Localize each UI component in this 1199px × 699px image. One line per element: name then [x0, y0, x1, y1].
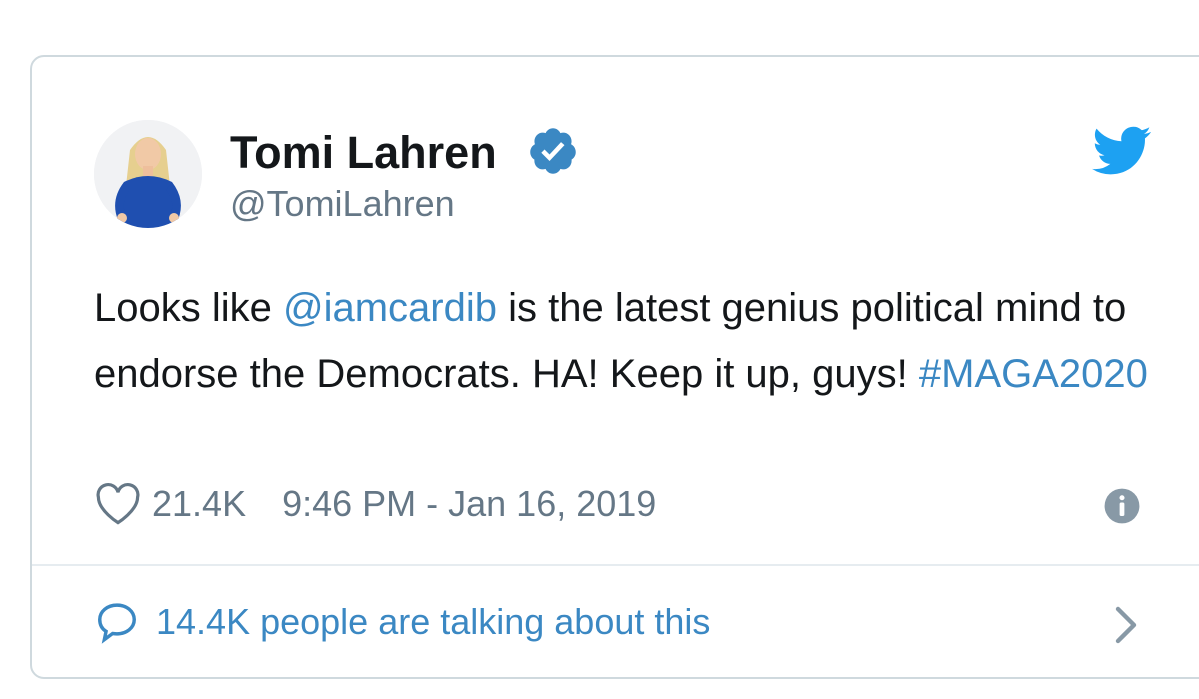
timestamp[interactable]: 9:46 PM - Jan 16, 2019 [282, 483, 656, 525]
twitter-bird-icon[interactable] [1092, 125, 1152, 177]
tweet-text-part: Looks like [94, 286, 283, 330]
like-count[interactable]: 21.4K [152, 483, 246, 525]
tweet-text: Looks like @iamcardib is the latest geni… [94, 275, 1174, 407]
chevron-right-icon[interactable] [1112, 605, 1140, 645]
hashtag-link[interactable]: #MAGA2020 [919, 352, 1148, 396]
conversation-text[interactable]: 14.4K people are talking about this [156, 601, 710, 643]
tweet-card[interactable]: Tomi Lahren @TomiLahren Looks like @iamc… [30, 55, 1199, 679]
display-name[interactable]: Tomi Lahren [230, 127, 497, 179]
heart-icon[interactable] [94, 482, 142, 526]
speech-bubble-icon [98, 603, 136, 644]
verified-badge-icon [530, 128, 576, 174]
info-icon[interactable] [1103, 487, 1141, 525]
user-handle[interactable]: @TomiLahren [230, 183, 455, 225]
tweet-meta: 21.4K 9:46 PM - Jan 16, 2019 [94, 482, 656, 526]
avatar[interactable] [94, 120, 202, 228]
mention-link[interactable]: @iamcardib [283, 286, 497, 330]
conversation-link[interactable]: 14.4K people are talking about this [94, 597, 710, 647]
divider [32, 564, 1199, 566]
